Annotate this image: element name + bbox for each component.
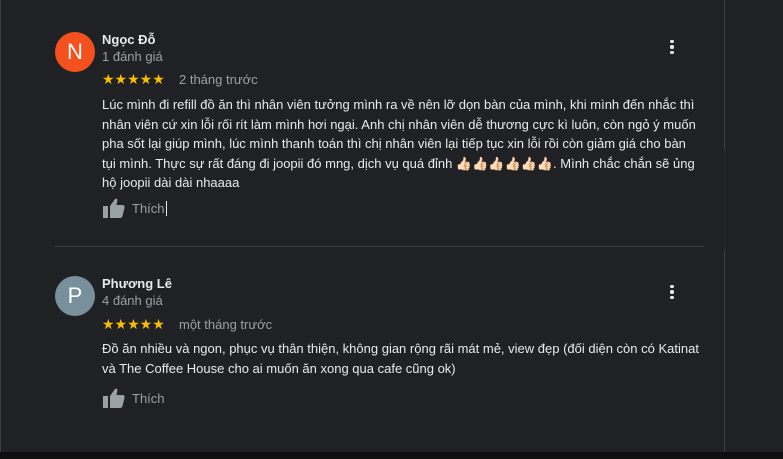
bottom-edge (0, 452, 783, 459)
avatar[interactable]: P (55, 276, 95, 316)
star-rating: ★★★★★ (102, 316, 165, 332)
like-label: Thích (132, 390, 165, 406)
thumb-up-icon (103, 388, 125, 408)
review-divider (55, 246, 704, 247)
like-label: Thích (132, 200, 167, 216)
more-vert-icon-dot (670, 290, 674, 294)
right-gutter (725, 0, 783, 459)
more-vert-icon-dot (670, 295, 674, 300)
more-options-button[interactable] (663, 281, 681, 303)
review-text: Đồ ăn nhiều và ngon, phục vụ thân thiện,… (102, 341, 699, 376)
more-options-button[interactable] (663, 36, 681, 58)
like-button[interactable]: Thích (102, 197, 167, 219)
review-count: 4 đánh giá (102, 293, 163, 308)
review-count: 1 đánh giá (102, 49, 163, 64)
text-cursor (165, 200, 167, 216)
more-vert-icon-dot (670, 45, 674, 49)
reviewer-name[interactable]: Phương Lê (102, 276, 172, 291)
avatar[interactable]: N (55, 32, 95, 72)
review-text: Lúc mình đi refill đồ ăn thì nhân viên t… (102, 97, 696, 190)
like-button[interactable]: Thích (102, 387, 165, 409)
more-vert-icon (670, 39, 674, 44)
review-time: một tháng trước (179, 317, 273, 332)
review-time: 2 tháng trước (179, 72, 258, 87)
star-rating: ★★★★★ (102, 71, 165, 87)
thumb-up-icon (103, 198, 125, 218)
reviews-panel: N Ngọc Đỗ 1 đánh giá ★★★★★ 2 tháng trước… (0, 0, 725, 459)
more-vert-icon (670, 284, 674, 289)
more-vert-icon-dot (670, 50, 674, 55)
reviewer-name[interactable]: Ngọc Đỗ (102, 32, 155, 47)
